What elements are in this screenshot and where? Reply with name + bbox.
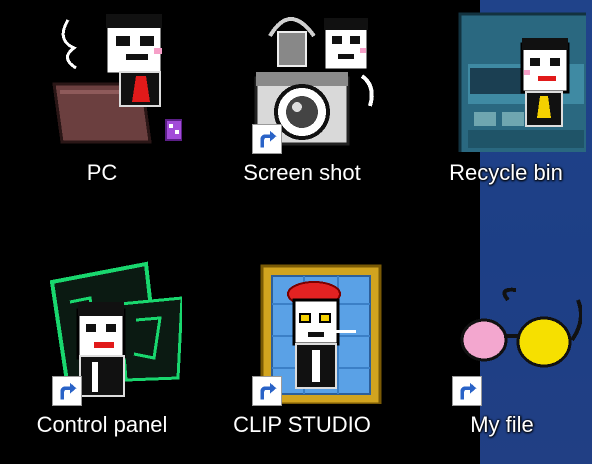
desktop-icon-label: CLIP STUDIO (233, 412, 371, 437)
desktop-icon-clip-studio[interactable]: CLIP STUDIO (228, 252, 382, 452)
shortcut-arrow-icon (252, 376, 282, 406)
spamton-glasses-icon (450, 258, 582, 406)
shortcut-arrow-icon (452, 376, 482, 406)
desktop-icon-label: Screen shot (243, 160, 361, 185)
shortcut-arrow-icon (52, 376, 82, 406)
desktop-icon-control-panel[interactable]: Control panel (28, 252, 182, 452)
desktop-icon-recycle-bin[interactable]: Recycle bin (432, 0, 586, 200)
desktop-icon-my-file[interactable]: My file (428, 252, 582, 452)
desktop-icon-label: My file (470, 412, 534, 437)
desktop-icon-label: PC (86, 160, 118, 185)
desktop-icon-label: Recycle bin (449, 160, 563, 185)
desktop-icon-pc[interactable]: PC (28, 0, 182, 200)
spamton-laptop-icon (50, 6, 182, 152)
spamton-camera-icon (250, 6, 382, 154)
shortcut-arrow-icon (252, 124, 282, 154)
spamton-dumpster-icon (454, 6, 586, 152)
spamton-circuit-panel-icon (50, 258, 182, 406)
spamton-portrait-frame-icon (250, 258, 382, 406)
desktop-icon-screen-shot[interactable]: Screen shot (228, 0, 376, 200)
desktop-icon-label: Control panel (36, 412, 168, 437)
